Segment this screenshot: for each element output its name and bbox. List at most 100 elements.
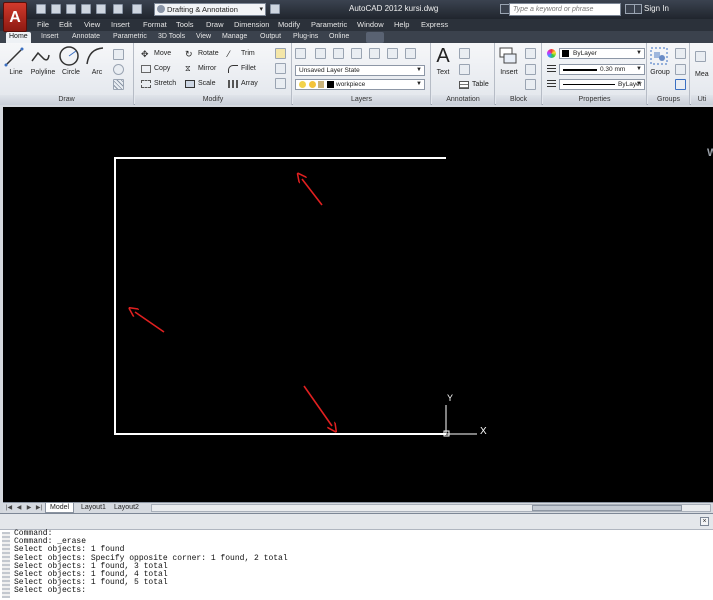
group-tool[interactable]: Group [648,45,672,76]
group-edit-icon[interactable] [675,64,686,75]
scale-tool[interactable]: Scale [185,78,216,90]
layer-freeze-icon[interactable] [351,48,362,59]
command-history[interactable]: Command: Command: _erase Select objects: 1… [14,529,288,596]
next-layout-icon[interactable]: ▶ [25,504,33,512]
linetype-dropdown[interactable]: ByLayer ▼ [559,79,645,90]
linetype-icon[interactable] [547,80,556,89]
menu-dimension[interactable]: Dimension [234,20,269,29]
hatch-icon[interactable] [113,79,124,90]
layer-match-icon[interactable] [387,48,398,59]
line-tool[interactable]: Line [3,45,29,76]
tab-output[interactable]: Output [257,32,284,43]
last-layout-icon[interactable]: ▶| [35,504,43,512]
save-as-icon[interactable] [81,4,91,14]
ribbon-minimize-button[interactable] [366,32,384,43]
tab-online[interactable]: Online [326,32,352,43]
text-tool[interactable]: A Text [432,45,454,76]
search-input[interactable]: Type a keyword or phrase [509,3,621,16]
menu-parametric[interactable]: Parametric [311,20,347,29]
menu-modify[interactable]: Modify [278,20,300,29]
drawing-outline[interactable] [114,157,446,435]
horizontal-scrollbar[interactable] [151,504,711,512]
previous-layout-icon[interactable]: ◀ [15,504,23,512]
ellipse-icon[interactable] [113,64,124,75]
lineweight-dropdown[interactable]: 0.30 mm ▼ [559,64,645,75]
explode-icon[interactable] [275,63,286,74]
application-menu-button[interactable]: A [3,2,27,32]
create-block-icon[interactable] [525,48,536,59]
rotate-tool[interactable]: ↻ Rotate [185,48,219,60]
model-space-canvas[interactable]: Y X W [3,107,713,502]
undo-icon[interactable] [113,4,123,14]
layer-previous-icon[interactable] [405,48,416,59]
stretch-tool[interactable]: Stretch [141,78,176,90]
horizontal-scroll-thumb[interactable] [532,505,682,511]
new-file-icon[interactable] [36,4,46,14]
polyline-tool[interactable]: Polyline [29,45,57,76]
layer-lock-icon[interactable] [369,48,380,59]
sign-in-link[interactable]: Sign In [644,4,669,13]
leader-icon[interactable] [459,64,470,75]
save-icon[interactable] [66,4,76,14]
plot-icon[interactable] [96,4,106,14]
open-file-icon[interactable] [51,4,61,14]
dimension-icon[interactable] [459,48,470,59]
mirror-tool[interactable]: ⧖ Mirror [185,63,216,75]
color-dropdown[interactable]: ByLayer ▼ [559,48,645,59]
menu-window[interactable]: Window [357,20,384,29]
ungroup-icon[interactable] [675,48,686,59]
close-icon[interactable]: × [700,517,709,526]
tab-view[interactable]: View [193,32,214,43]
redo-icon[interactable] [132,4,142,14]
tab-insert[interactable]: Insert [38,32,62,43]
tab-layout2[interactable]: Layout2 [110,503,143,513]
menu-tools[interactable]: Tools [176,20,194,29]
layer-dropdown[interactable]: workpiece ▼ [295,79,425,90]
insert-block-tool[interactable]: Insert [496,45,522,76]
menu-edit[interactable]: Edit [59,20,72,29]
menu-file[interactable]: File [37,20,49,29]
tab-3d-tools[interactable]: 3D Tools [155,32,188,43]
menu-view[interactable]: View [84,20,100,29]
tab-manage[interactable]: Manage [219,32,250,43]
tab-parametric[interactable]: Parametric [110,32,150,43]
lineweight-icon[interactable] [547,65,556,74]
arc-label: Arc [91,69,103,76]
menu-draw[interactable]: Draw [206,20,224,29]
tab-home[interactable]: Home [6,32,31,43]
menu-help[interactable]: Help [394,20,409,29]
menu-insert[interactable]: Insert [111,20,130,29]
tab-layout1[interactable]: Layout1 [77,503,110,513]
tab-annotate[interactable]: Annotate [69,32,103,43]
move-tool[interactable]: ✥ Move [141,48,171,60]
offset-icon[interactable] [275,78,286,89]
quick-access-more-icon[interactable] [270,4,280,14]
layer-state-dropdown[interactable]: Unsaved Layer State ▼ [295,65,425,76]
measure-icon[interactable] [695,51,706,62]
command-prompt[interactable]: Select objects: [14,587,288,595]
layer-isolate-icon[interactable] [333,48,344,59]
tab-model[interactable]: Model [45,503,75,513]
command-line-grip[interactable] [2,532,10,598]
trim-tool[interactable]: ⁄ Trim [228,48,255,60]
pencil-icon[interactable] [275,48,286,59]
copy-tool[interactable]: Copy [141,63,170,75]
edit-attributes-icon[interactable] [525,79,536,90]
array-tool[interactable]: Array [228,78,258,90]
tab-plug-ins[interactable]: Plug-ins [290,32,321,43]
menu-express[interactable]: Express [421,20,448,29]
workspace-dropdown[interactable]: Drafting & Annotation ▾ [154,3,266,16]
fillet-tool[interactable]: Fillet [228,63,256,75]
group-selection-icon[interactable] [675,79,686,90]
rectangle-icon[interactable] [113,49,124,60]
menu-format[interactable]: Format [143,20,167,29]
edit-block-icon[interactable] [525,64,536,75]
arc-tool[interactable]: Arc [84,45,110,76]
color-wheel-icon[interactable] [547,49,556,58]
first-layout-icon[interactable]: |◀ [5,504,13,512]
table-tool[interactable]: Table [459,79,489,91]
linetype-preview [563,84,615,85]
layer-off-icon[interactable] [315,48,326,59]
circle-tool[interactable]: Circle [58,45,84,76]
layer-properties-icon[interactable] [295,48,306,59]
